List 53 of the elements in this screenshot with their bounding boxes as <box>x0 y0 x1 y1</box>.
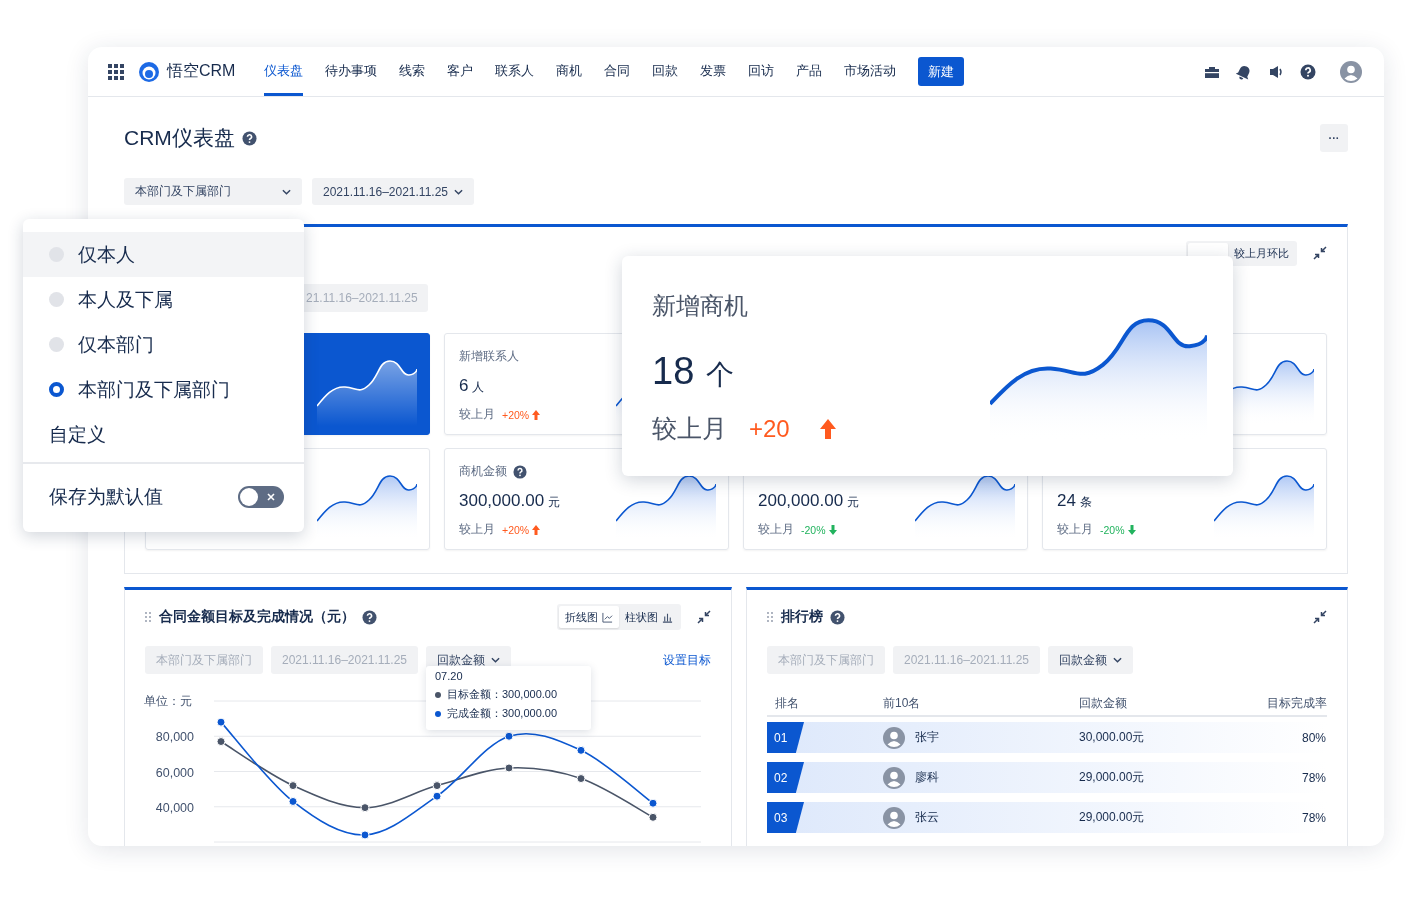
option-label: 自定义 <box>49 422 106 447</box>
table-cell-text: 30,000.00元 <box>1079 729 1146 746</box>
card-title: 新增商机 <box>652 291 749 321</box>
axis-label: 80,000 <box>155 730 194 745</box>
option-label: 仅本人 <box>78 242 135 267</box>
stat-value: 6 <box>459 376 469 396</box>
rank-badge: 03 <box>767 802 804 833</box>
rank-badge: 02 <box>767 762 804 793</box>
table-cell: 张云 <box>915 809 939 826</box>
panel-title: 排行榜 <box>781 608 823 626</box>
change-value: -20% <box>801 523 826 536</box>
change-value: +20 <box>749 414 790 443</box>
change-value: +20% <box>502 523 530 536</box>
compare-label: 较上月 <box>459 522 495 537</box>
unit-label: 条 <box>1079 494 1092 511</box>
unit-label: 元 <box>548 494 561 511</box>
rank-badge: 01 <box>767 722 804 753</box>
tooltip-value: 完成金额：300,000.00 <box>447 706 558 721</box>
table-cell: 廖科 <box>915 769 939 786</box>
table-cell: 张宇 <box>915 729 939 746</box>
option-label: 本部门及下属部门 <box>78 377 230 402</box>
compare-label: 较上月 <box>1057 522 1093 537</box>
unit-label: 元 <box>847 494 860 511</box>
brand-name: 悟空CRM <box>167 61 236 81</box>
option-label: 本人及下属 <box>78 287 173 312</box>
stat-value: 300,000.00 <box>459 491 545 511</box>
table-cell-text: 78% <box>1301 810 1327 825</box>
change-value: +20% <box>502 408 530 421</box>
option-label: 仅本部门 <box>78 332 154 357</box>
stat-value: 18 <box>652 350 695 393</box>
table-cell-text: 80% <box>1301 730 1327 745</box>
change-value: -20% <box>1100 523 1125 536</box>
save-default-label: 保存为默认值 <box>49 485 163 509</box>
unit-label: 单位：元 <box>144 693 192 710</box>
table-cell-text: 29,000.00元 <box>1079 769 1146 786</box>
column-header: 排名 <box>774 694 800 712</box>
axis-label: 40,000 <box>155 800 194 815</box>
stat-value: 200,000.00 <box>758 491 844 511</box>
compare-label: 较上月 <box>459 407 495 422</box>
unit-label: 人 <box>472 379 485 396</box>
stat-value: 24 <box>1057 491 1076 511</box>
table-cell-text: 29,000.00元 <box>1079 809 1146 826</box>
compare-label: 较上月 <box>758 522 794 537</box>
card-title: 新增联系人 <box>459 348 519 365</box>
dashboard-title: CRM仪表盘 <box>124 125 235 151</box>
column-header: 回款金额 <box>1079 694 1128 712</box>
panel-title: 合同金额目标及完成情况（元） <box>159 608 355 626</box>
tooltip-value: 目标金额：300,000.00 <box>447 687 558 702</box>
column-header: 前10名 <box>883 694 922 712</box>
table-cell-text: 78% <box>1301 770 1327 785</box>
axis-label: 60,000 <box>155 765 194 780</box>
column-header: 目标完成率 <box>1266 694 1327 712</box>
card-title: 商机金额 <box>459 463 507 480</box>
